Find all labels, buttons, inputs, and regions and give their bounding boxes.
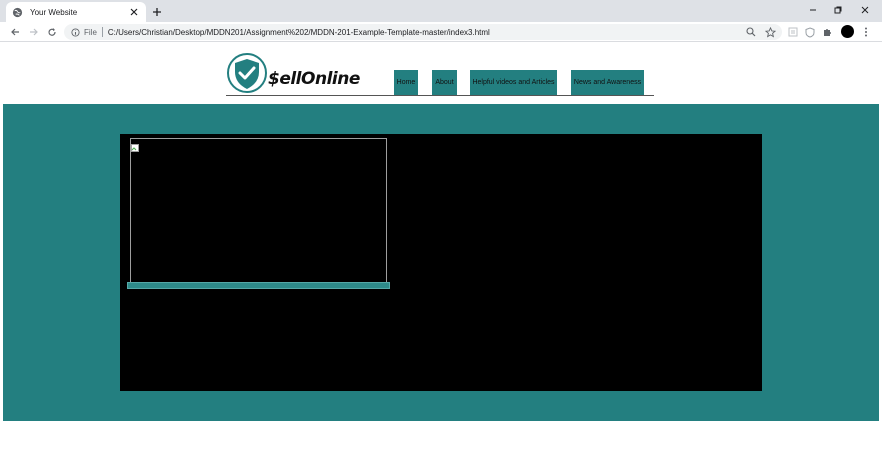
- minimize-icon[interactable]: [805, 3, 821, 17]
- plus-icon[interactable]: [149, 4, 164, 19]
- address-bar[interactable]: File C:/Users/Christian/Desktop/MDDN201/…: [64, 24, 782, 40]
- tab-title: Your Website: [30, 7, 78, 17]
- globe-icon: [12, 7, 23, 18]
- close-icon[interactable]: [128, 6, 140, 18]
- info-icon[interactable]: [70, 27, 80, 37]
- browser-toolbar: File C:/Users/Christian/Desktop/MDDN201/…: [0, 22, 882, 42]
- header-divider: [226, 95, 654, 96]
- shield-extension-icon[interactable]: [803, 25, 817, 39]
- nav-news-awareness[interactable]: News and Awareness: [571, 70, 644, 95]
- reader-icon[interactable]: [786, 25, 800, 39]
- puzzle-icon[interactable]: [821, 25, 835, 39]
- image-placeholder: [130, 138, 387, 284]
- nav-about[interactable]: About: [432, 70, 457, 95]
- zoom-icon[interactable]: [744, 25, 758, 39]
- broken-image-icon: [131, 139, 139, 152]
- nav-helpful-videos[interactable]: Helpful videos and Articles: [470, 70, 557, 95]
- tab-strip: Your Website: [0, 0, 882, 22]
- nav-home[interactable]: Home: [394, 70, 418, 95]
- menu-dots-icon[interactable]: [859, 25, 873, 39]
- restore-icon[interactable]: [830, 3, 846, 17]
- image-caption-bar: [127, 282, 390, 289]
- back-arrow-icon[interactable]: [8, 25, 22, 39]
- url-text[interactable]: C:/Users/Christian/Desktop/MDDN201/Assig…: [108, 28, 490, 37]
- browser-tab[interactable]: Your Website: [6, 2, 146, 22]
- reload-icon[interactable]: [45, 25, 59, 39]
- star-icon[interactable]: [763, 25, 777, 39]
- close-icon[interactable]: [857, 3, 873, 17]
- omnibox-separator: [101, 27, 103, 37]
- profile-avatar[interactable]: [841, 25, 854, 38]
- forward-arrow-icon[interactable]: [27, 25, 41, 39]
- shield-check-logo-icon[interactable]: [226, 53, 268, 95]
- scheme-label: File: [84, 27, 97, 37]
- brand-name[interactable]: $ellOnline: [268, 69, 360, 89]
